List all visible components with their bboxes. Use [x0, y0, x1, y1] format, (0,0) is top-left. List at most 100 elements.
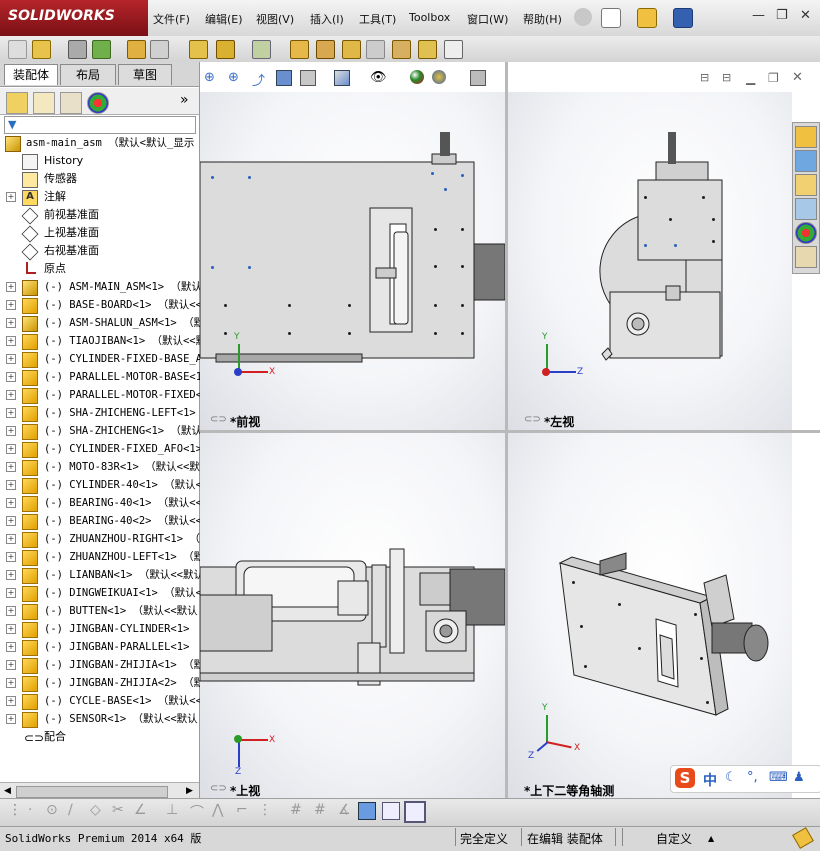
tree-component-row[interactable]: + (-) CYLINDER-FIXED-BASE_AN [0, 350, 208, 368]
component-icon[interactable] [8, 40, 27, 59]
grid-2-icon[interactable]: # [314, 802, 326, 818]
display-manager-icon[interactable] [87, 92, 109, 114]
tree-item-plane[interactable]: 上视基准面 [0, 224, 199, 243]
tree-root-assembly[interactable]: asm-main_asm （默认<默认_显示 [0, 134, 199, 152]
tree-component-row[interactable]: + (-) LIANBAN<1> （默认<<默认 [0, 566, 204, 584]
expand-toggle-icon[interactable]: + [6, 498, 16, 508]
tree-component-row[interactable]: + (-) MOTO-83R<1> （默认<<默 [0, 458, 200, 476]
circle-icon[interactable]: ⊙ [46, 802, 58, 818]
line-icon[interactable]: ∕ [68, 802, 73, 818]
view-settings-icon[interactable] [470, 70, 486, 86]
expand-toggle-icon[interactable]: + [6, 606, 16, 616]
expand-toggle-icon[interactable]: + [6, 336, 16, 346]
tree-component-row[interactable]: + (-) JINGBAN-ZHIJIA<1> （默 [0, 656, 204, 674]
shaded-view-icon[interactable] [358, 802, 376, 820]
section-view-icon[interactable] [276, 70, 292, 86]
tree-component-row[interactable]: + (-) ZHUANZHOU-RIGHT<1> （默 [0, 530, 210, 548]
expand-panel-icon[interactable]: » [180, 92, 189, 108]
expand-toggle-icon[interactable]: + [6, 534, 16, 544]
file-explorer-icon[interactable] [795, 174, 817, 196]
angle-snap-icon[interactable]: ∡ [338, 802, 351, 818]
tab-sketch[interactable]: 草图 [118, 64, 172, 85]
expand-toggle-icon[interactable]: + [6, 444, 16, 454]
pin-icon[interactable] [574, 8, 592, 26]
tree-component-row[interactable]: + (-) CYCLE-BASE<1> （默认<<9 [0, 692, 208, 710]
view-orientation-icon[interactable] [300, 70, 316, 86]
expand-toggle-icon[interactable]: + [6, 714, 16, 724]
expand-toggle-icon[interactable]: + [6, 696, 16, 706]
new-document-icon[interactable] [601, 8, 621, 28]
linear-pattern-icon[interactable] [92, 40, 111, 59]
tab-assembly[interactable]: 装配体 [4, 64, 58, 85]
menu-insert[interactable]: 插入(I) [310, 11, 344, 27]
tree-component-row[interactable]: + (-) JINGBAN-CYLINDER<1> （ [0, 620, 206, 638]
previous-view-icon[interactable]: ⤴ [252, 70, 265, 89]
interference-detection-icon[interactable] [392, 40, 411, 59]
viewport-left[interactable]: Y Z ⊂⊃ *左视 [508, 92, 792, 430]
menu-view[interactable]: 视图(V) [256, 11, 294, 27]
tree-component-row[interactable]: + (-) JINGBAN-ZHIJIA<2> （默 [0, 674, 204, 692]
tree-component-row[interactable]: + (-) JINGBAN-PARALLEL<1> （ [0, 638, 206, 656]
tree-horizontal-scrollbar[interactable]: ◀ ▶ [0, 782, 199, 799]
property-manager-icon[interactable] [33, 92, 55, 114]
display-style-icon[interactable] [334, 70, 350, 86]
menu-file[interactable]: 文件(F) [153, 11, 190, 27]
reference-geometry-icon[interactable] [252, 40, 271, 59]
viewport-horizontal-splitter[interactable] [200, 430, 820, 433]
minimize-window-icon[interactable]: — [752, 8, 765, 23]
coincident-icon[interactable]: ⋀ [212, 802, 223, 818]
viewport-link2-icon[interactable]: ⊟ [722, 71, 731, 84]
expand-toggle-icon[interactable]: + [6, 660, 16, 670]
punct-icon[interactable]: °, [747, 770, 758, 785]
viewport-minimize-icon[interactable]: ▁ [746, 71, 755, 85]
ime-logo[interactable]: S [675, 768, 695, 788]
expand-toggle-icon[interactable]: + [6, 642, 16, 652]
tree-component-row[interactable]: + (-) TIAOJIBAN<1> （默认<<默 [0, 332, 206, 350]
new-motion-study-icon[interactable] [290, 40, 309, 59]
single-view-icon[interactable] [382, 802, 400, 820]
explode-line-sketch-icon[interactable] [366, 40, 385, 59]
bill-of-materials-icon[interactable] [316, 40, 335, 59]
tree-component-row[interactable]: + (-) ASM-SHALUN_ASM<1> （默 [0, 314, 204, 332]
tree-component-row[interactable]: + (-) BUTTEN<1> （默认<<默认 [0, 602, 199, 620]
zoom-to-fit-icon[interactable]: ⊕ [204, 70, 215, 85]
expand-toggle-icon[interactable]: + [6, 588, 16, 598]
tree-component-row[interactable]: + (-) ASM-MAIN_ASM<1> （默认< [0, 278, 208, 296]
grid-icon[interactable]: # [290, 802, 302, 818]
tree-component-row[interactable]: + (-) PARALLEL-MOTOR-BASE<1> [0, 368, 208, 386]
solidworks-logo[interactable]: SOLIDWORKS [0, 0, 148, 36]
ime-language-toggle[interactable]: 中 [703, 770, 717, 790]
tree-filter-input[interactable]: ▼ [4, 116, 196, 134]
open-folder-icon[interactable] [637, 8, 657, 28]
restore-window-icon[interactable]: ❐ [776, 8, 788, 23]
viewport-top[interactable]: X Z ⊂⊃ *上视 [200, 433, 505, 800]
menu-help[interactable]: 帮助(H) [523, 11, 562, 27]
expand-toggle-icon[interactable]: + [6, 354, 16, 364]
menu-toolbox[interactable]: Toolbox [409, 11, 450, 24]
clearance-verification-icon[interactable] [418, 40, 437, 59]
moon-icon[interactable]: ☾ [725, 770, 737, 785]
mate-icon[interactable] [68, 40, 87, 59]
show-hidden-icon[interactable] [189, 40, 208, 59]
expand-toggle-icon[interactable]: + [6, 390, 16, 400]
tab-layout[interactable]: 布局 [60, 64, 116, 85]
expand-toggle-icon[interactable]: + [6, 192, 16, 202]
tree-component-row[interactable]: + (-) SHA-ZHICHENG-LEFT<1> [0, 404, 199, 422]
tree-component-row[interactable]: + (-) BEARING-40<2> （默认<<9 [0, 512, 208, 530]
expand-toggle-icon[interactable]: + [6, 300, 16, 310]
tree-component-row[interactable]: + (-) ZHUANZHOU-LEFT<1> （默 [0, 548, 204, 566]
trim-icon[interactable]: ✂ [112, 802, 124, 818]
tree-item-annotation[interactable]: + A 注解 [0, 188, 199, 206]
relation-icon[interactable]: ⊥ [166, 802, 178, 818]
expand-toggle-icon[interactable]: + [6, 624, 16, 634]
close-window-icon[interactable]: ✕ [800, 8, 811, 23]
expand-toggle-icon[interactable]: + [6, 678, 16, 688]
viewport-restore-icon[interactable]: ❐ [768, 71, 779, 85]
scroll-right-icon[interactable]: ▶ [186, 786, 193, 796]
custom-properties-icon[interactable] [795, 246, 817, 268]
view-link-icon[interactable]: ⊂⊃ [524, 414, 541, 425]
zoom-to-area-icon[interactable]: ⊕ [228, 70, 239, 85]
hide-show-items-icon[interactable]: 👁 [370, 70, 387, 85]
keyboard-icon[interactable]: ⌨ [769, 770, 788, 785]
menu-window[interactable]: 窗口(W) [467, 11, 508, 27]
